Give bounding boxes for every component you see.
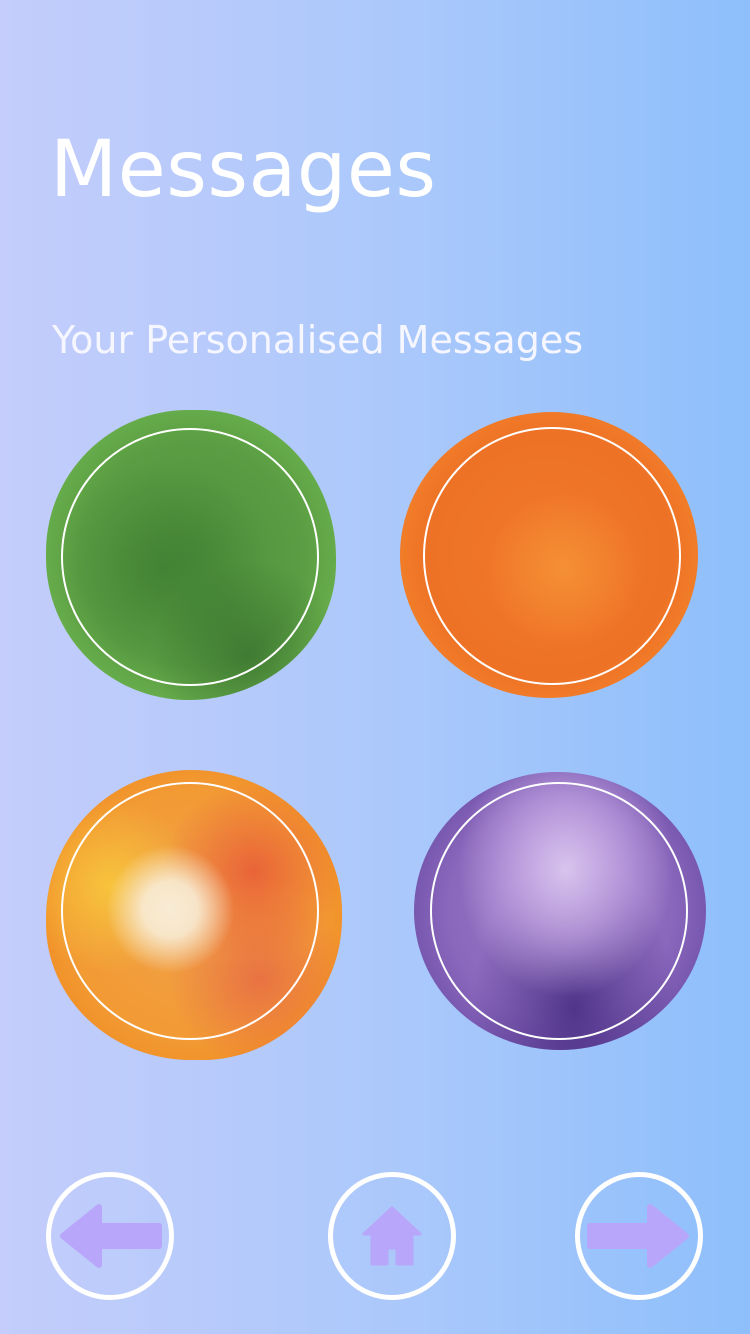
circle-ring — [423, 427, 681, 685]
circle-ring — [61, 782, 319, 1040]
circle-ring — [61, 428, 319, 686]
back-button[interactable] — [46, 1172, 174, 1300]
message-circle-sunset[interactable] — [46, 770, 342, 1060]
message-circle-purple[interactable] — [414, 772, 706, 1050]
home-button[interactable] — [328, 1172, 456, 1300]
message-circle-green[interactable] — [46, 410, 336, 700]
arrow-left-icon — [55, 1201, 165, 1271]
page-title: Messages — [50, 125, 437, 215]
circle-ring — [430, 782, 688, 1040]
home-icon — [360, 1204, 424, 1268]
arrow-right-icon — [584, 1201, 694, 1271]
message-circle-orange[interactable] — [400, 412, 698, 698]
next-button[interactable] — [575, 1172, 703, 1300]
page-subtitle: Your Personalised Messages — [52, 318, 584, 362]
